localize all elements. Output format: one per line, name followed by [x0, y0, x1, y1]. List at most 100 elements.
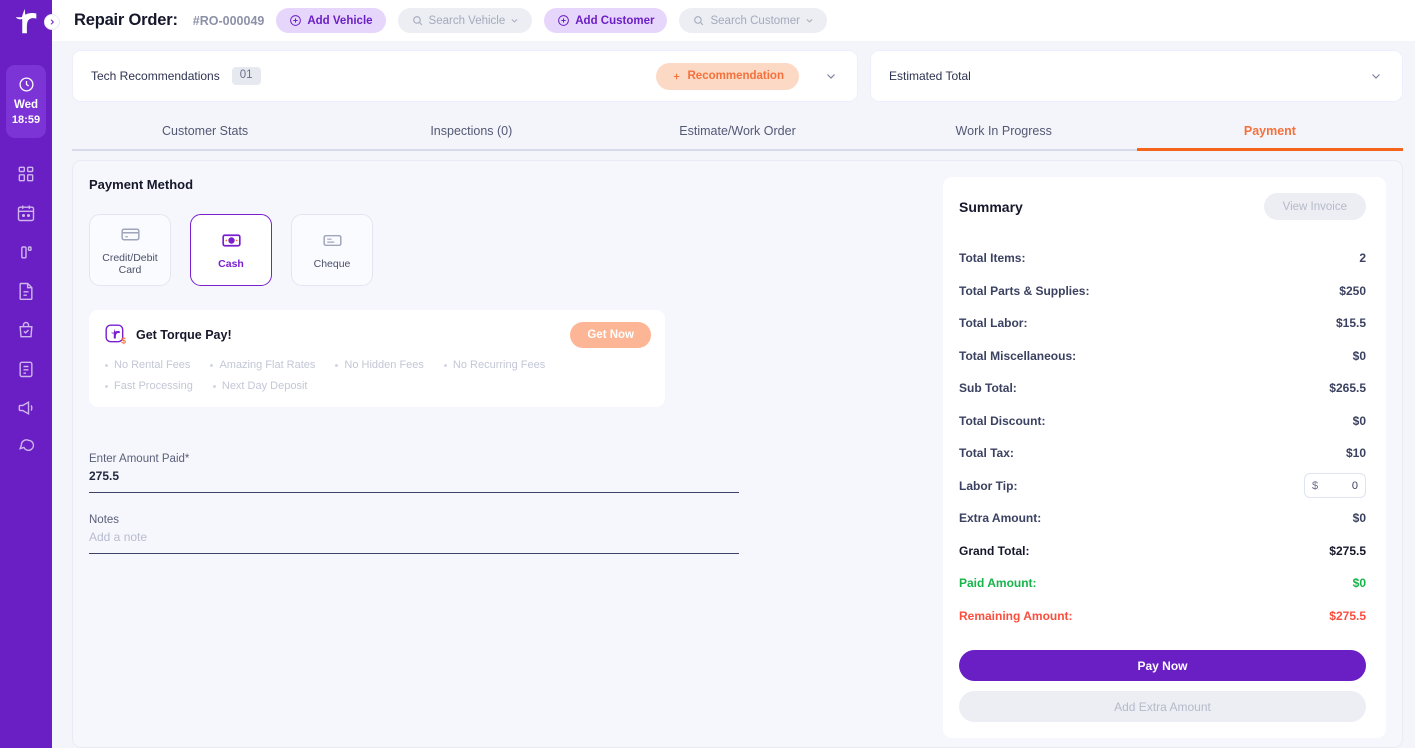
summary-row-label: Total Miscellaneous:	[959, 348, 1077, 363]
add-recommendation-label: Recommendation	[687, 70, 785, 82]
summary-row-label: Total Labor:	[959, 316, 1028, 331]
tab-customer-stats[interactable]: Customer Stats	[72, 113, 338, 149]
payment-left-column: Payment Method Credit/Debit Card Cash Ch…	[89, 177, 927, 747]
tab-underline-seg	[871, 149, 1137, 151]
summary-strips: Tech Recommendations 01 Recommendation E…	[72, 50, 1403, 102]
summary-row-label: Total Items:	[959, 251, 1026, 266]
tab-underline-seg	[604, 149, 870, 151]
payment-method-label: Credit/Debit Card	[102, 251, 158, 277]
document-icon[interactable]	[16, 281, 36, 301]
summary-row-value: $0	[1352, 576, 1366, 591]
summary-row-value: $265.5	[1329, 381, 1366, 396]
cheque-icon	[322, 234, 342, 246]
tab-inspections[interactable]: Inspections (0)	[338, 113, 604, 149]
chevron-right-icon	[50, 19, 55, 25]
tab-estimate-work-order[interactable]: Estimate/Work Order	[604, 113, 870, 149]
add-customer-button[interactable]: Add Customer	[544, 8, 668, 33]
search-customer-label: Search Customer	[710, 14, 800, 27]
labor-tip-input[interactable]	[1318, 479, 1358, 492]
plus-icon	[673, 73, 679, 79]
top-header: Repair Order: #RO-000049 Add Vehicle Sea…	[52, 0, 1415, 41]
search-customer-button[interactable]: Search Customer	[679, 8, 827, 33]
promo-title: Get Torque Pay!	[136, 328, 232, 342]
summary-row-sub-total: Sub Total: $265.5	[959, 372, 1366, 405]
tab-work-in-progress[interactable]: Work In Progress	[871, 113, 1137, 149]
add-vehicle-button[interactable]: Add Vehicle	[276, 8, 386, 33]
clipboard-list-icon[interactable]	[16, 359, 36, 379]
pay-now-button[interactable]: Pay Now	[959, 650, 1366, 681]
chart-bars-icon[interactable]	[16, 242, 36, 262]
add-extra-amount-button[interactable]: Add Extra Amount	[959, 691, 1366, 722]
payment-method-cheque[interactable]: Cheque	[291, 214, 373, 286]
payment-method-cash[interactable]: Cash	[190, 214, 272, 286]
estimated-total-panel: Estimated Total	[870, 50, 1403, 102]
clock-icon	[18, 77, 34, 92]
summary-row-label: Paid Amount:	[959, 576, 1037, 591]
search-icon	[412, 16, 422, 26]
order-number: #RO-000049	[192, 13, 265, 28]
summary-panel: Summary View Invoice Total Items: 2 Tota…	[943, 177, 1386, 738]
summary-row-label: Total Discount:	[959, 413, 1046, 428]
chevron-down-icon[interactable]	[825, 70, 837, 82]
torque-pay-logo-icon: $	[105, 324, 126, 346]
torque-logo-icon	[15, 8, 37, 33]
summary-row-label: Labor Tip:	[959, 478, 1018, 493]
summary-row-value: $250	[1339, 283, 1366, 298]
tech-recommendations-panel: Tech Recommendations 01 Recommendation	[72, 50, 858, 102]
shopping-bag-check-icon[interactable]	[16, 320, 36, 340]
summary-row-label: Grand Total:	[959, 543, 1030, 558]
view-invoice-button[interactable]: View Invoice	[1263, 193, 1366, 220]
payment-method-credit-debit-card[interactable]: Credit/Debit Card	[89, 214, 171, 286]
promo-feature: No Hidden Fees	[335, 359, 424, 371]
tab-payment[interactable]: Payment	[1137, 113, 1403, 149]
promo-feature: Fast Processing	[105, 380, 193, 392]
summary-row-labor-tip: Labor Tip: $	[959, 470, 1366, 503]
summary-row-value: $0	[1352, 511, 1366, 526]
amount-paid-input[interactable]	[89, 465, 739, 493]
tab-underline-seg	[72, 149, 338, 151]
estimated-total-label: Estimated Total	[889, 69, 971, 83]
promo-feature: Amazing Flat Rates	[210, 359, 315, 371]
main-area: Repair Order: #RO-000049 Add Vehicle Sea…	[44, 0, 1415, 748]
notes-input[interactable]	[89, 526, 739, 554]
chevron-down-icon[interactable]	[1370, 70, 1382, 82]
add-vehicle-label: Add Vehicle	[307, 14, 373, 27]
sidebar-collapse-toggle[interactable]	[44, 14, 60, 30]
amount-paid-label: Enter Amount Paid*	[89, 453, 190, 465]
search-vehicle-button[interactable]: Search Vehicle	[397, 8, 533, 33]
cash-banknote-icon	[221, 234, 241, 247]
summary-row-total-items: Total Items: 2	[959, 242, 1366, 275]
torque-pay-promo: $ Get Torque Pay! Get Now No Rental Fees…	[89, 310, 665, 407]
chevron-down-icon	[806, 19, 813, 23]
summary-row-total-tax: Total Tax: $10	[959, 437, 1366, 470]
summary-row-total-parts-supplies: Total Parts & Supplies: $250	[959, 275, 1366, 308]
megaphone-icon[interactable]	[16, 398, 36, 418]
summary-row-total-discount: Total Discount: $0	[959, 405, 1366, 438]
payment-method-label: Cheque	[313, 257, 351, 270]
tech-recommendations-count: 01	[231, 67, 261, 85]
summary-row-label: Sub Total:	[959, 381, 1017, 396]
summary-title: Summary	[959, 198, 1023, 215]
labor-tip-field[interactable]: $	[1304, 473, 1366, 499]
dashboard-grid-icon[interactable]	[16, 164, 36, 184]
promo-feature: No Recurring Fees	[444, 359, 545, 371]
page-title: Repair Order:	[74, 11, 178, 29]
get-now-button[interactable]: Get Now	[570, 322, 651, 348]
add-recommendation-button[interactable]: Recommendation	[655, 62, 799, 90]
summary-rows: Total Items: 2 Total Parts & Supplies: $…	[959, 242, 1366, 632]
content-area: Tech Recommendations 01 Recommendation E…	[52, 41, 1415, 748]
sidebar-nav	[16, 164, 36, 457]
time-day: Wed	[13, 99, 39, 111]
payment-panel: Payment Method Credit/Debit Card Cash Ch…	[72, 160, 1403, 748]
summary-row-total-labor: Total Labor: $15.5	[959, 307, 1366, 340]
summary-row-value: $10	[1345, 446, 1366, 461]
summary-row-value: $275.5	[1329, 543, 1366, 558]
summary-row-extra-amount: Extra Amount: $0	[959, 502, 1366, 535]
time-widget: Wed 18:59	[6, 65, 46, 138]
calendar-icon[interactable]	[16, 203, 36, 223]
promo-features: No Rental Fees Amazing Flat Rates No Hid…	[105, 359, 605, 392]
credit-card-icon	[120, 228, 140, 240]
summary-row-remaining-amount: Remaining Amount: $275.5	[959, 600, 1366, 633]
chat-bubbles-icon[interactable]	[16, 437, 36, 457]
plus-circle-icon	[290, 15, 302, 26]
